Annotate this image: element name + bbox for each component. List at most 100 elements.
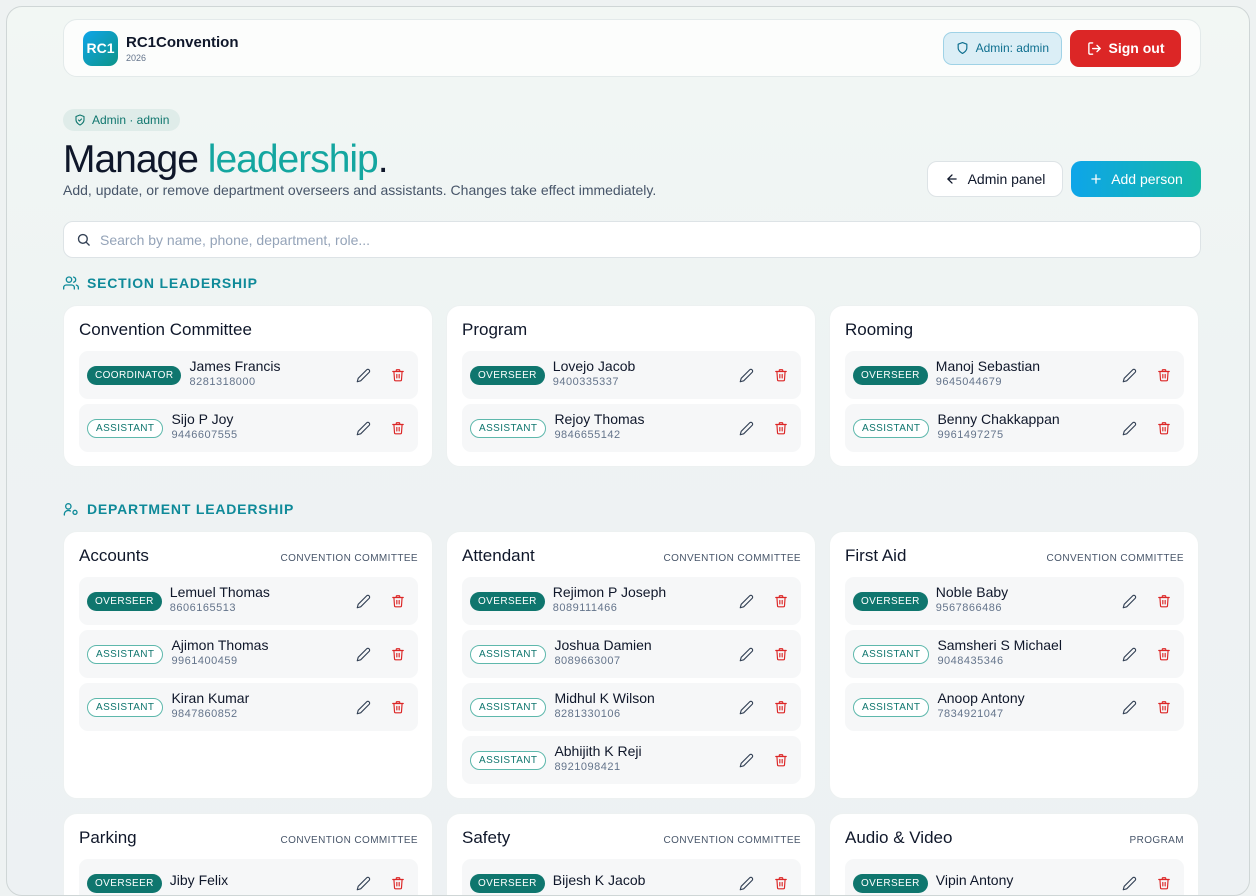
trash-icon [392, 701, 404, 714]
delete-button[interactable] [769, 589, 793, 613]
edit-button[interactable] [351, 642, 375, 666]
top-bar: RC1 RC1Convention 2026 Admin: admin Sign… [63, 19, 1201, 77]
edit-button[interactable] [1117, 416, 1141, 440]
department-card: Rooming OVERSEER Manoj Sebastian 9645044679… [829, 305, 1199, 467]
people-list: OVERSEER Bijesh K Jacob [462, 859, 801, 895]
admin-panel-button[interactable]: Admin panel [927, 161, 1063, 197]
person-info: Vipin Antony [936, 872, 1106, 890]
edit-button[interactable] [351, 871, 375, 895]
person-info: Ajimon Thomas 9961400459 [171, 637, 340, 667]
delete-button[interactable] [386, 416, 410, 440]
edit-button[interactable] [1117, 695, 1141, 719]
search-icon [77, 233, 90, 246]
edit-button[interactable] [351, 363, 375, 387]
pencil-icon [1122, 421, 1136, 435]
delete-button[interactable] [769, 748, 793, 772]
person-row: OVERSEER Lovejo Jacob 9400335337 [462, 351, 801, 399]
delete-button[interactable] [386, 695, 410, 719]
pencil-icon [739, 594, 753, 608]
edit-button[interactable] [734, 642, 758, 666]
delete-button[interactable] [1152, 695, 1176, 719]
edit-button[interactable] [351, 695, 375, 719]
delete-button[interactable] [769, 695, 793, 719]
role-badge: OVERSEER [470, 591, 545, 611]
delete-button[interactable] [1152, 642, 1176, 666]
person-info: Rejoy Thomas 9846655142 [554, 411, 723, 441]
pencil-icon [739, 753, 753, 767]
edit-button[interactable] [351, 416, 375, 440]
edit-button[interactable] [734, 416, 758, 440]
card-title: Audio & Video [845, 828, 953, 847]
delete-button[interactable] [769, 871, 793, 895]
person-row: ASSISTANT Anoop Antony 7834921047 [845, 683, 1184, 731]
edit-button[interactable] [734, 589, 758, 613]
delete-button[interactable] [769, 416, 793, 440]
delete-button[interactable] [386, 642, 410, 666]
trash-icon [1158, 369, 1170, 382]
edit-button[interactable] [1117, 589, 1141, 613]
pencil-icon [739, 700, 753, 714]
sign-out-button[interactable]: Sign out [1070, 29, 1181, 67]
role-badge: ASSISTANT [470, 697, 547, 717]
card-header: Rooming [845, 320, 1184, 345]
edit-button[interactable] [734, 695, 758, 719]
person-phone: 9048435346 [937, 654, 1004, 667]
pencil-icon [356, 647, 370, 661]
people-list: COORDINATOR James Francis 8281318000 ASSIST… [79, 351, 418, 452]
delete-button[interactable] [1152, 416, 1176, 440]
card-header: Convention Committee [79, 320, 418, 345]
trash-icon [1158, 422, 1170, 435]
trash-icon [1158, 595, 1170, 608]
person-name: Jiby Felix [169, 871, 229, 888]
card-title: Program [462, 320, 528, 339]
person-row: ASSISTANT Benny Chakkappan 9961497275 [845, 404, 1184, 452]
admin-badge[interactable]: Admin: admin [942, 31, 1062, 65]
person-row: ASSISTANT Rejoy Thomas 9846655142 [462, 404, 801, 452]
person-name: Rejimon P Joseph [552, 583, 667, 600]
shield-check-icon [75, 114, 85, 126]
delete-button[interactable] [1152, 589, 1176, 613]
card-group-tag: CONVENTION COMMITTEE [663, 835, 801, 846]
person-row: ASSISTANT Kiran Kumar 9847860852 [79, 683, 418, 731]
role-chip-label: Admin · admin [92, 113, 170, 127]
person-name: Vipin Antony [935, 871, 1014, 888]
edit-button[interactable] [734, 363, 758, 387]
role-badge: ASSISTANT [470, 750, 547, 770]
delete-button[interactable] [769, 363, 793, 387]
department-card: Accounts CONVENTION COMMITTEE OVERSEER Lemu… [63, 531, 433, 799]
person-name: Manoj Sebastian [935, 357, 1041, 374]
person-name: Midhul K Wilson [554, 689, 655, 706]
person-info: Midhul K Wilson 8281330106 [554, 690, 723, 720]
person-name: Rejoy Thomas [554, 410, 645, 427]
person-name: Samsheri S Michael [937, 636, 1062, 653]
role-badge: OVERSEER [853, 591, 928, 611]
role-badge: ASSISTANT [470, 644, 547, 664]
add-person-button[interactable]: Add person [1071, 161, 1201, 197]
delete-button[interactable] [386, 589, 410, 613]
person-phone: 9400335337 [552, 375, 619, 388]
pencil-icon [739, 421, 753, 435]
edit-button[interactable] [1117, 871, 1141, 895]
edit-button[interactable] [734, 748, 758, 772]
delete-button[interactable] [769, 642, 793, 666]
person-row: ASSISTANT Joshua Damien 8089663007 [462, 630, 801, 678]
delete-button[interactable] [386, 871, 410, 895]
delete-button[interactable] [1152, 871, 1176, 895]
delete-button[interactable] [386, 363, 410, 387]
person-row: ASSISTANT Samsheri S Michael 9048435346 [845, 630, 1184, 678]
people-list: OVERSEER Jiby Felix [79, 859, 418, 895]
trash-icon [392, 648, 404, 661]
edit-button[interactable] [1117, 363, 1141, 387]
trash-icon [1158, 877, 1170, 890]
person-info: Rejimon P Joseph 8089111466 [553, 584, 723, 614]
delete-button[interactable] [1152, 363, 1176, 387]
trash-icon [775, 648, 787, 661]
search-input[interactable] [100, 231, 1188, 248]
edit-button[interactable] [351, 589, 375, 613]
person-name: Sijo P Joy [171, 410, 234, 427]
edit-button[interactable] [1117, 642, 1141, 666]
edit-button[interactable] [734, 871, 758, 895]
app-logo[interactable]: RC1 [83, 30, 118, 66]
person-row: OVERSEER Rejimon P Joseph 8089111466 [462, 577, 801, 625]
card-group-tag: CONVENTION COMMITTEE [1046, 553, 1184, 564]
